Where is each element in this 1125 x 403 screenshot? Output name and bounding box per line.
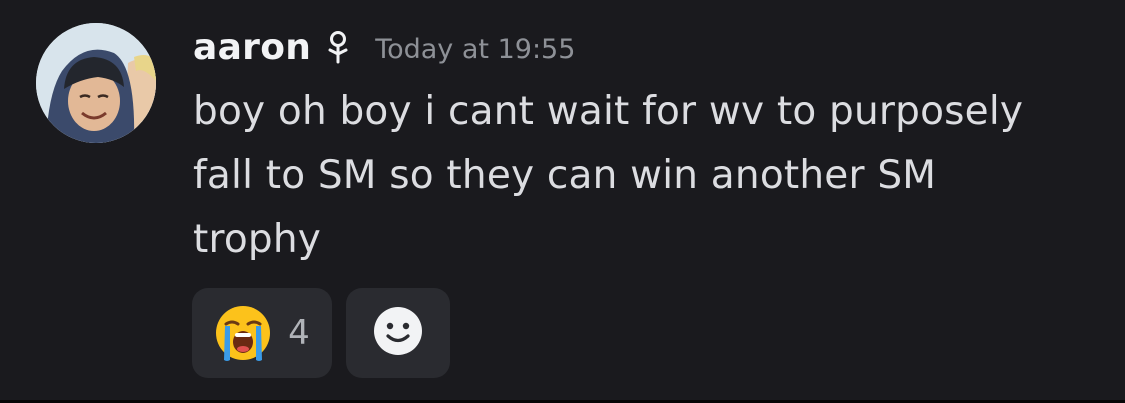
reaction-count: 4 [288, 313, 310, 353]
add-reaction-button[interactable] [346, 288, 450, 378]
timestamp[interactable]: Today at 19:55 [375, 34, 575, 65]
reactions-bar: 4 [192, 288, 450, 378]
avatar[interactable] [36, 23, 156, 143]
loudly-crying-face-icon [214, 304, 272, 362]
smiley-face-icon [372, 305, 424, 361]
reaction-crying[interactable]: 4 [192, 288, 332, 378]
message-header: aaron Today at 19:55 [193, 22, 575, 72]
sprout-icon[interactable] [323, 30, 353, 64]
chat-message: aaron Today at 19:55 boy oh boy i cant w… [0, 0, 1125, 400]
message-content: boy oh boy i cant wait for wv to purpose… [193, 89, 1024, 262]
username[interactable]: aaron [193, 27, 311, 68]
avatar-photo [36, 23, 156, 143]
